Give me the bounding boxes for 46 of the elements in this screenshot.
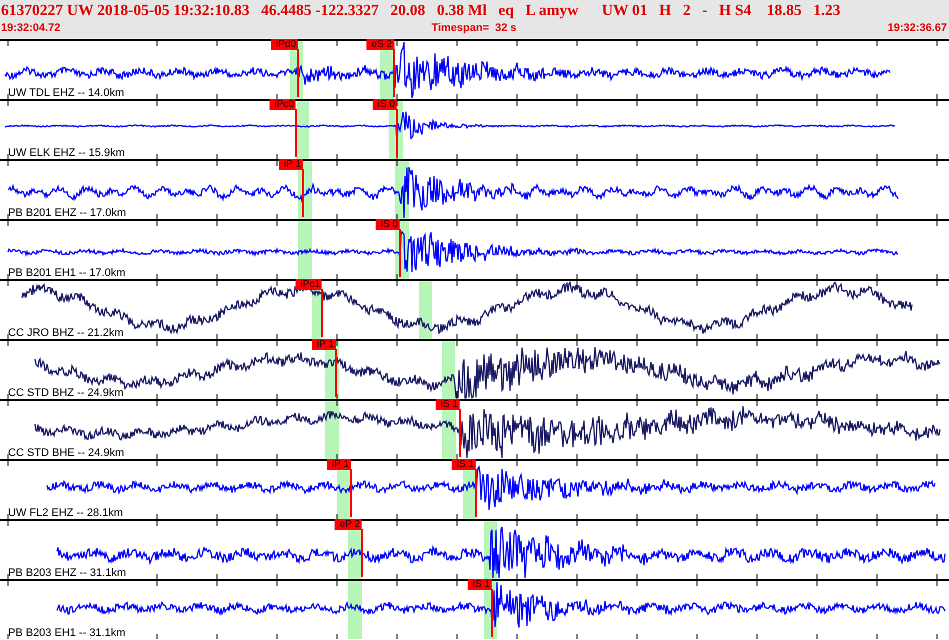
pick-line <box>297 49 299 97</box>
station-label: PB B201 EHZ -- 17.0km <box>8 207 126 219</box>
pick-flag[interactable]: iP 1 <box>278 159 303 170</box>
end-time: 19:32:36.67 <box>888 22 947 34</box>
pick-line <box>361 529 363 577</box>
station-label: PB B203 EH1 -- 31.1km <box>8 627 126 639</box>
pick-line <box>475 469 477 517</box>
arrival-window <box>325 401 339 459</box>
station-label: PB B201 EH1 -- 17.0km <box>8 267 126 279</box>
station-label: CC STD BHZ -- 24.9km <box>8 387 124 399</box>
pick-line <box>350 469 352 517</box>
pick-line <box>491 589 493 637</box>
station-label: PB B203 EHZ -- 31.1km <box>8 567 126 579</box>
pick-line <box>459 409 461 457</box>
arrival-window <box>419 281 432 339</box>
pick-flag[interactable]: eS 2 <box>366 39 394 50</box>
pick-line <box>393 49 395 97</box>
pick-line <box>321 289 323 337</box>
event-summary: 61370227 UW 2018-05-05 19:32:10.83 46.4485 -122.3327 20.08 0.38 Ml eq L amyw UW 01 H 2 - H S4 18.85 1.23 <box>1 2 840 20</box>
arrival-window <box>297 101 309 159</box>
pick-flag[interactable]: iS 1 <box>436 399 460 410</box>
pick-flag[interactable]: iP 1 <box>326 459 351 470</box>
pick-line <box>295 109 297 157</box>
station-label: UW FL2 EHZ -- 28.1km <box>8 507 123 519</box>
pick-line <box>302 169 304 217</box>
pick-flag[interactable]: eP 2 <box>334 519 362 530</box>
pick-flag[interactable]: iS 1 <box>452 459 476 470</box>
station-label: UW ELK EHZ -- 15.9km <box>8 147 125 159</box>
pick-flag[interactable]: iPd0 <box>270 39 298 50</box>
station-label: UW TDL EHZ -- 14.0km <box>8 87 124 99</box>
start-time: 19:32:04.72 <box>1 22 60 34</box>
arrival-window <box>442 341 455 399</box>
station-label: CC STD BHE -- 24.9km <box>8 447 124 459</box>
pick-line <box>399 229 401 277</box>
pick-line <box>396 109 398 157</box>
timespan: Timespan= 32 s <box>431 22 517 34</box>
arrival-window <box>298 221 312 279</box>
pick-line <box>335 349 337 397</box>
pick-flag[interactable]: iS 0 <box>372 99 397 110</box>
pick-flag[interactable]: iS 1 <box>468 579 492 590</box>
pick-flag[interactable]: iS 0 <box>376 219 400 230</box>
arrival-window <box>348 581 362 639</box>
pick-flag[interactable]: iP 1 <box>312 339 336 350</box>
pick-flag[interactable]: iPc1 <box>296 279 322 290</box>
pick-flag[interactable]: iPc0 <box>270 99 296 110</box>
station-label: CC JRO BHZ -- 21.2km <box>8 327 124 339</box>
